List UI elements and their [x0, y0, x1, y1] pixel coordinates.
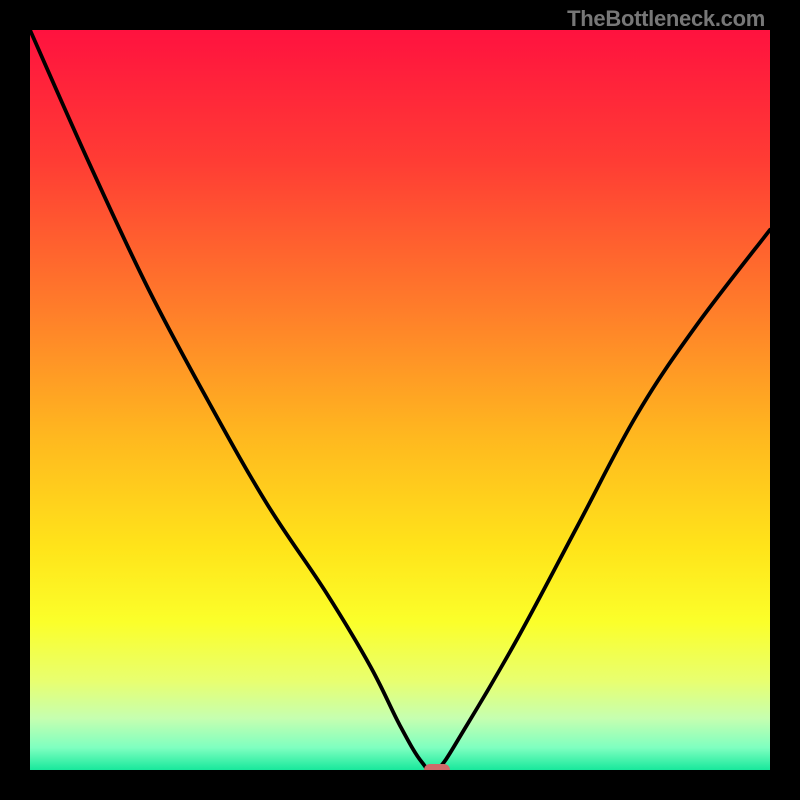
watermark: TheBottleneck.com: [567, 6, 765, 32]
optimum-marker: [424, 764, 450, 770]
plot-area: [30, 30, 770, 770]
bottleneck-curve: [30, 30, 770, 770]
chart-frame: TheBottleneck.com: [0, 0, 800, 800]
curve-path: [30, 30, 770, 770]
